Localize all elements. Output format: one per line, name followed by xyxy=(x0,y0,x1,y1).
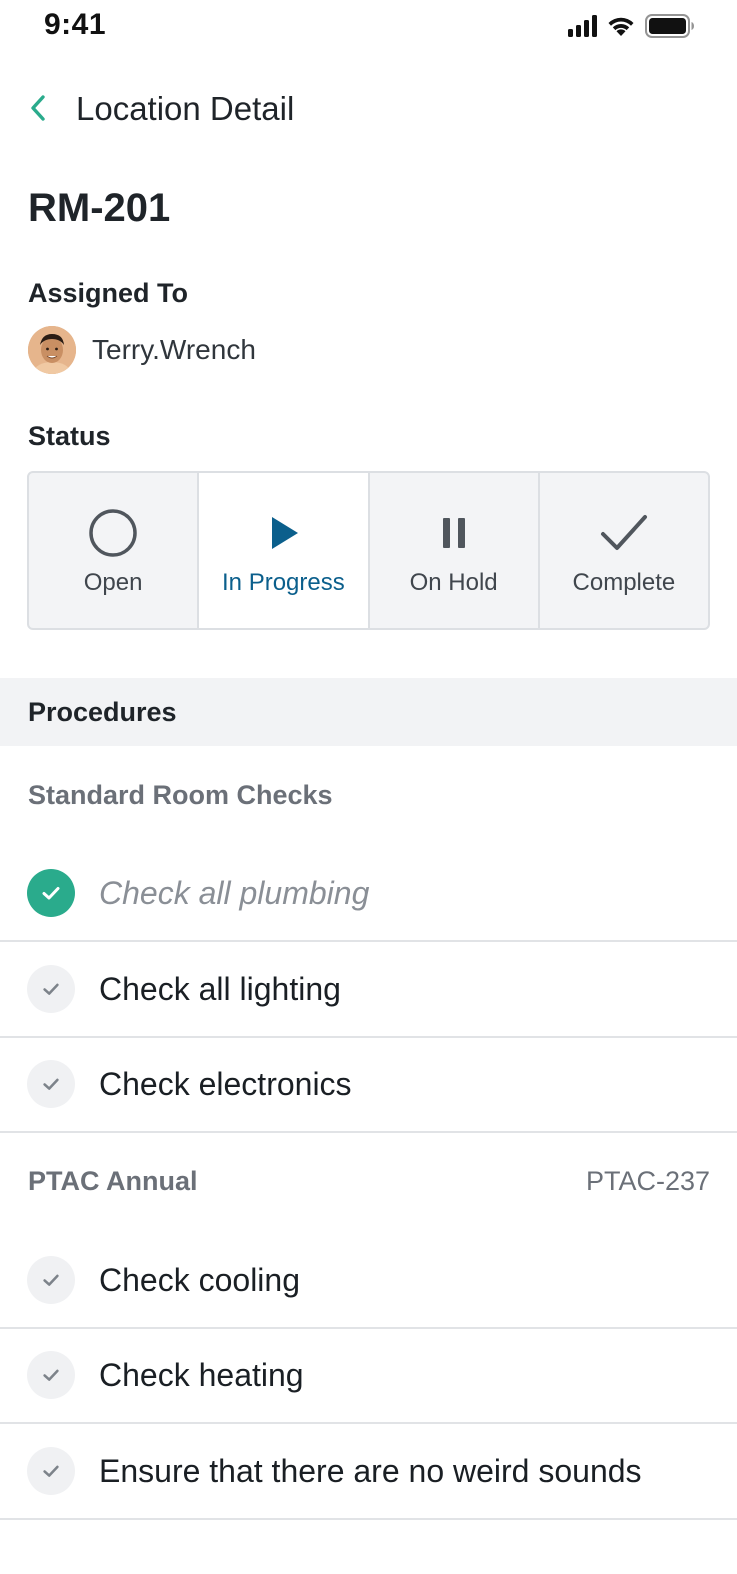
task-checkbox[interactable] xyxy=(27,1256,75,1304)
wifi-icon xyxy=(608,17,634,36)
task-label: Check cooling xyxy=(99,1261,300,1298)
procedure-group-title: PTAC Annual xyxy=(28,1166,198,1196)
status-option-label: In Progress xyxy=(222,569,345,596)
back-button[interactable] xyxy=(20,88,56,128)
avatar xyxy=(28,326,76,374)
nav-bar: Location Detail xyxy=(0,78,737,140)
task-row[interactable]: Check cooling xyxy=(0,1233,737,1329)
battery-icon xyxy=(645,14,694,38)
status-segmented-control: Open In Progress On Hold Complete xyxy=(27,471,710,630)
checkmark-icon xyxy=(600,515,647,550)
procedures-title: Procedures xyxy=(28,697,177,727)
status-time: 9:41 xyxy=(44,8,107,41)
task-row[interactable]: Check all plumbing xyxy=(0,846,737,942)
assignee-name: Terry.Wrench xyxy=(92,334,256,365)
procedures-header: Procedures xyxy=(0,678,737,746)
status-option-open[interactable]: Open xyxy=(29,473,200,628)
task-checkbox[interactable] xyxy=(27,1447,75,1495)
status-option-complete[interactable]: Complete xyxy=(540,473,708,628)
procedure-group-code: PTAC-237 xyxy=(585,1166,710,1196)
task-checkbox[interactable] xyxy=(27,965,75,1013)
status-label: Status xyxy=(28,421,111,451)
check-icon xyxy=(43,1369,59,1381)
status-icons xyxy=(568,14,695,38)
chevron-left-icon xyxy=(31,95,45,121)
task-label: Check electronics xyxy=(99,1065,352,1102)
task-row[interactable]: Check heating xyxy=(0,1328,737,1424)
assignee[interactable]: Terry.Wrench xyxy=(28,326,256,374)
status-option-label: On Hold xyxy=(409,569,498,596)
status-option-in-progress[interactable]: In Progress xyxy=(199,473,370,628)
room-id: RM-201 xyxy=(28,186,171,230)
status-option-label: Open xyxy=(83,569,143,596)
task-label: Check all lighting xyxy=(99,970,341,1007)
circle-icon xyxy=(89,509,137,557)
play-icon xyxy=(272,517,299,549)
check-icon xyxy=(43,983,59,995)
task-row[interactable]: Ensure that there are no weird sounds xyxy=(0,1424,737,1520)
status-bar: 9:41 xyxy=(0,0,737,54)
task-label: Check heating xyxy=(99,1356,304,1393)
task-label: Ensure that there are no weird sounds xyxy=(99,1452,642,1489)
cellular-signal-icon xyxy=(568,15,597,37)
task-checkbox[interactable] xyxy=(27,1060,75,1108)
check-icon xyxy=(43,1465,59,1477)
page-title: Location Detail xyxy=(76,90,295,127)
status-option-on-hold[interactable]: On Hold xyxy=(370,473,540,628)
check-icon xyxy=(42,887,60,900)
check-icon xyxy=(43,1078,59,1090)
task-checkbox[interactable] xyxy=(27,869,75,917)
check-icon xyxy=(43,1274,59,1286)
assigned-to-label: Assigned To xyxy=(28,278,189,308)
task-row[interactable]: Check electronics xyxy=(0,1037,737,1133)
status-option-label: Complete xyxy=(572,569,676,596)
procedure-group-title: Standard Room Checks xyxy=(28,780,333,810)
task-checkbox[interactable] xyxy=(27,1351,75,1399)
task-row[interactable]: Check all lighting xyxy=(0,942,737,1038)
task-label: Check all plumbing xyxy=(99,874,370,911)
pause-icon xyxy=(442,518,465,548)
